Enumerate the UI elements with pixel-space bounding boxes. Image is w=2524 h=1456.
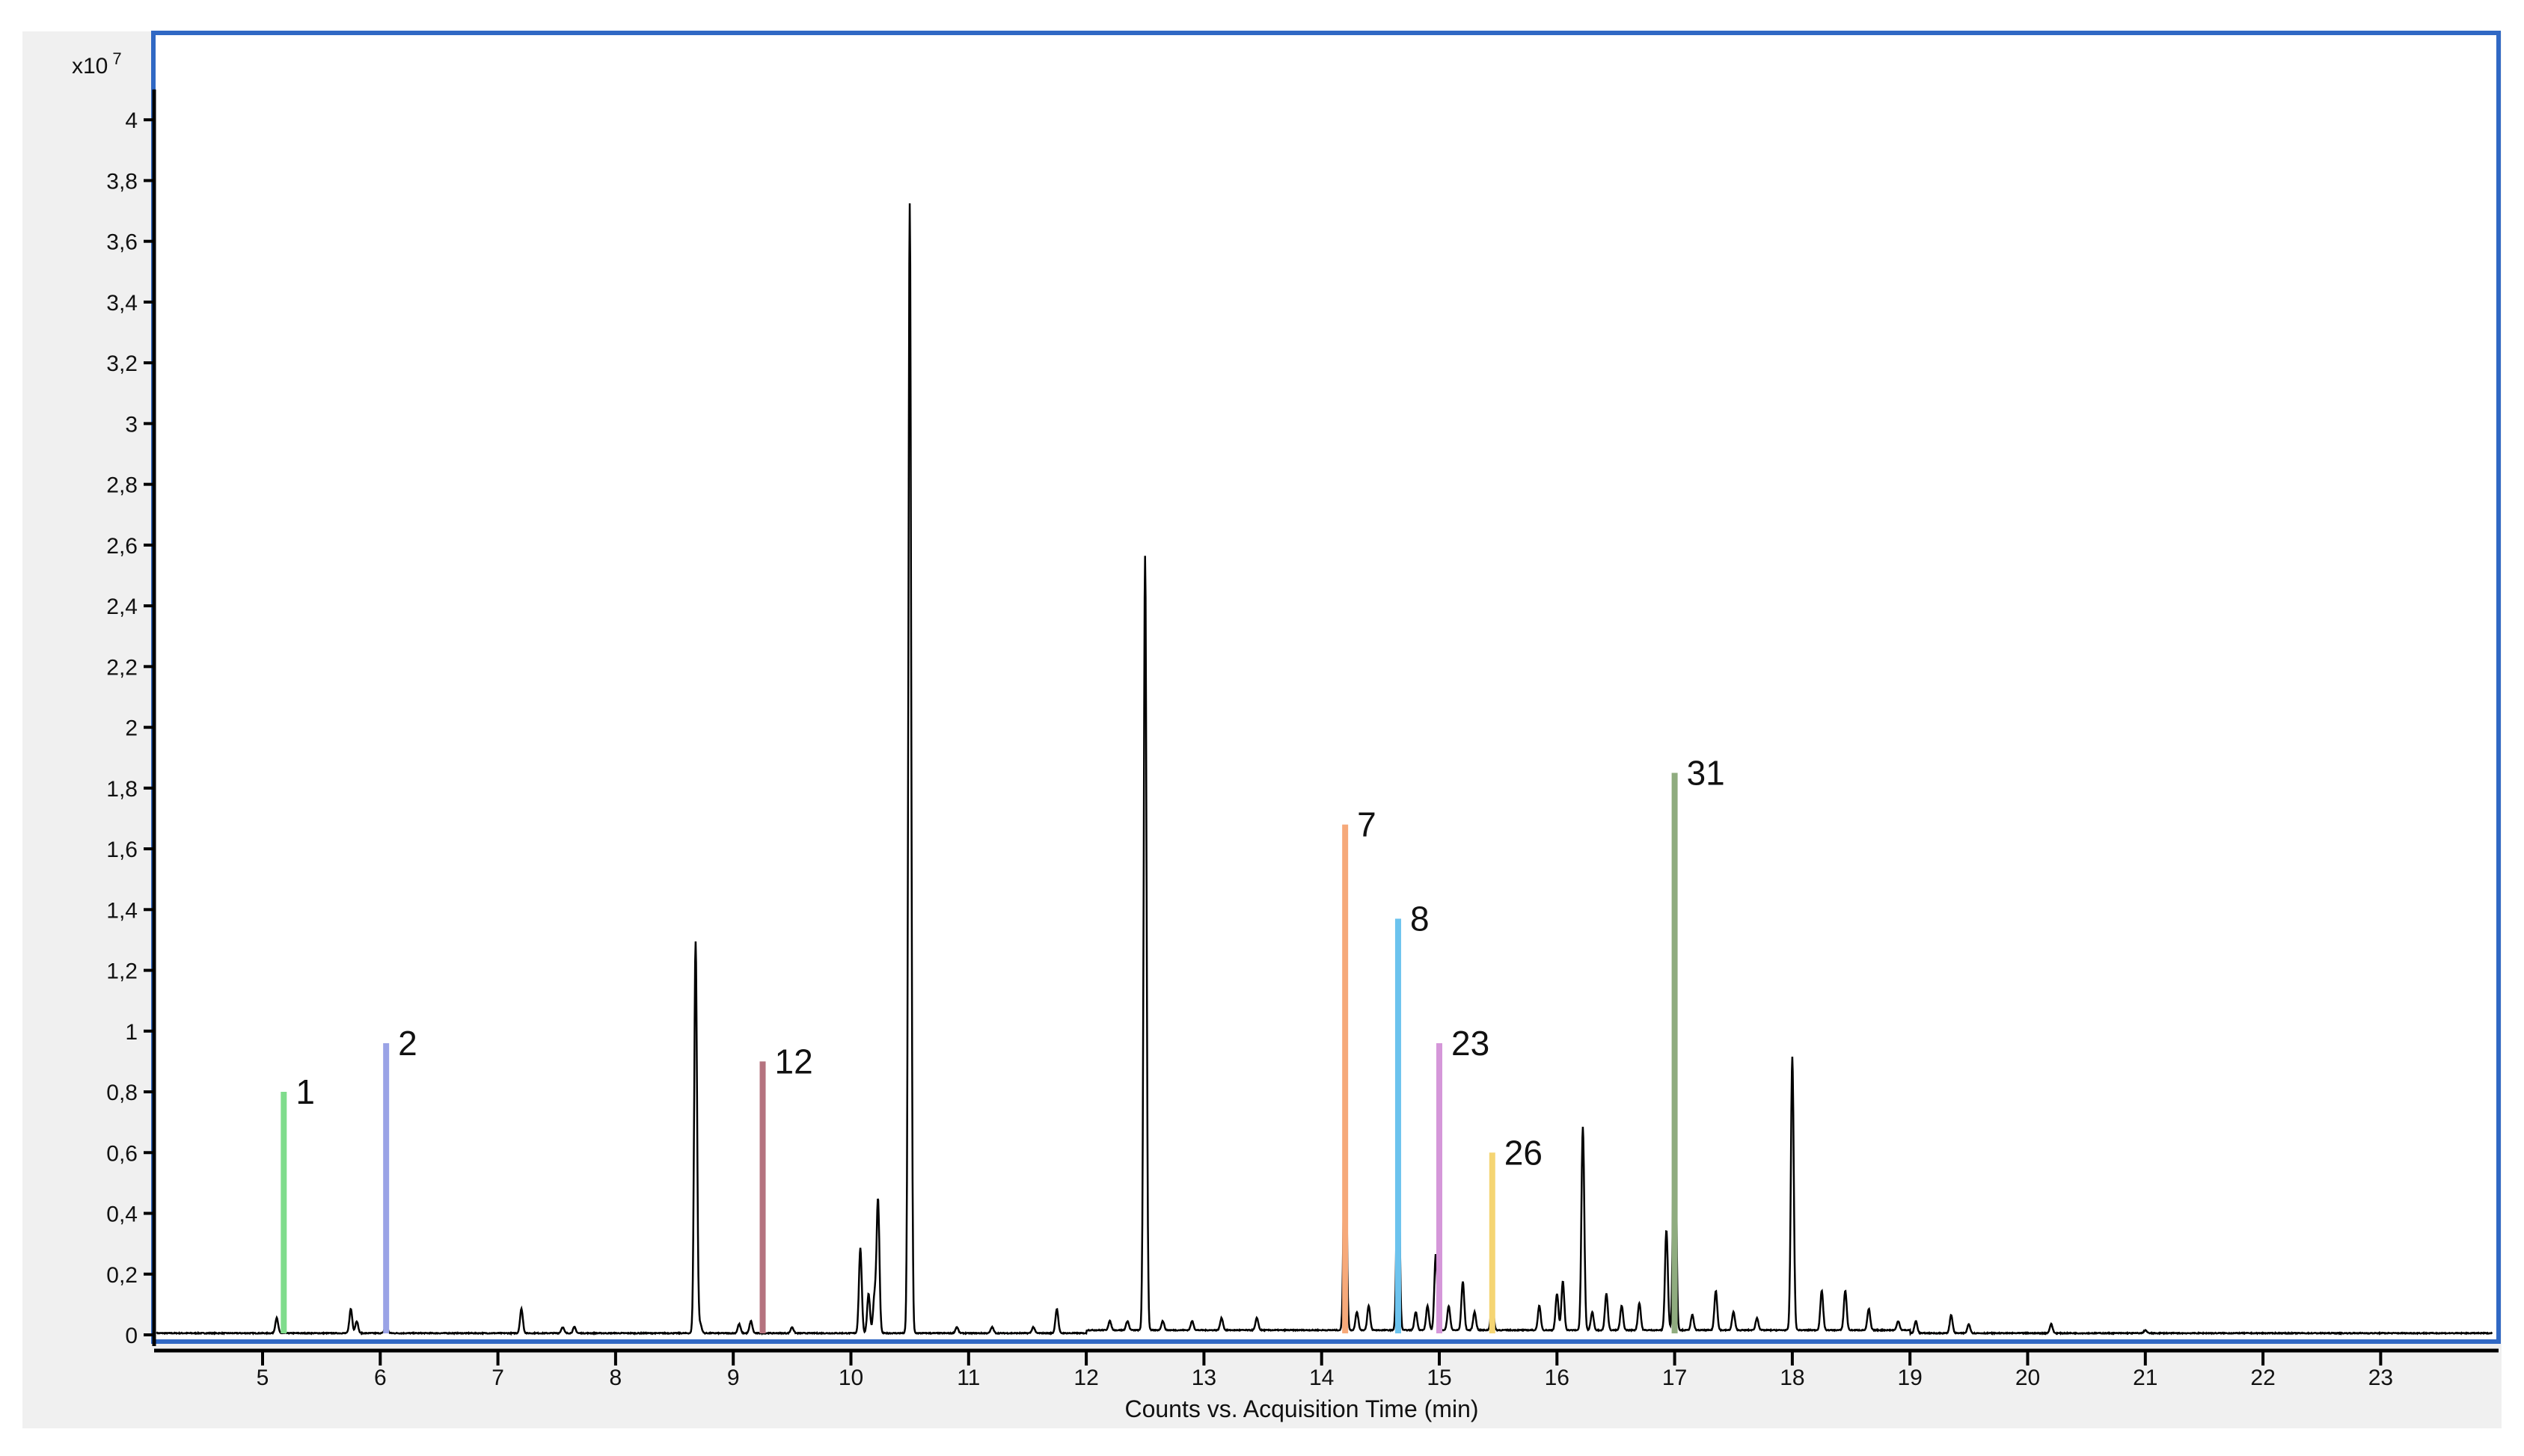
compound-label-12: 12 bbox=[775, 1042, 813, 1081]
y-tick-label: 3 bbox=[125, 412, 138, 437]
y-tick-label: 0 bbox=[125, 1324, 138, 1348]
chromatogram-chart: 0 0,2 0,4 0,6 0,8 1 1,2 1,4 1,6 1,8 2 2,2 2,4 2,6 2,8 3… bbox=[22, 31, 2502, 1428]
y-tick-label: 2,4 bbox=[106, 595, 138, 619]
y-tick-label: 2 bbox=[125, 716, 138, 741]
y-tick-label: 0,8 bbox=[106, 1081, 138, 1105]
x-tick-label: 19 bbox=[1898, 1366, 1923, 1390]
x-axis-title: Counts vs. Acquisition Time (min) bbox=[1124, 1395, 1478, 1422]
y-tick-label: 0,4 bbox=[106, 1202, 138, 1227]
compound-label-26: 26 bbox=[1504, 1133, 1543, 1172]
y-tick-label: 3,8 bbox=[106, 169, 138, 194]
x-tick-label: 14 bbox=[1309, 1366, 1334, 1390]
compound-label-31: 31 bbox=[1687, 754, 1725, 793]
plot-area bbox=[151, 31, 2501, 1344]
x-tick-label: 7 bbox=[491, 1366, 504, 1390]
y-tick-label: 2,2 bbox=[106, 655, 138, 680]
x-tick-label: 5 bbox=[257, 1366, 269, 1390]
x-tick-label: 16 bbox=[1545, 1366, 1569, 1390]
compound-label-7: 7 bbox=[1357, 805, 1376, 844]
x-tick-label: 11 bbox=[957, 1366, 980, 1390]
x-tick-label: 17 bbox=[1662, 1366, 1687, 1390]
y-tick-label: 0,2 bbox=[106, 1263, 138, 1288]
compound-label-1: 1 bbox=[295, 1072, 315, 1111]
x-tick-label: 12 bbox=[1073, 1366, 1098, 1390]
x-tick-label: 8 bbox=[610, 1366, 622, 1390]
y-tick-label: 1,8 bbox=[106, 777, 138, 802]
y-tick-label: 4 bbox=[125, 108, 138, 133]
y-tick-label: 1 bbox=[125, 1020, 138, 1045]
y-tick-label: 3,4 bbox=[106, 291, 138, 316]
compound-label-23: 23 bbox=[1451, 1024, 1489, 1063]
y-tick-label: 0,6 bbox=[106, 1141, 138, 1166]
y-tick-label: 2,6 bbox=[106, 534, 138, 559]
x-tick-label: 23 bbox=[2368, 1366, 2393, 1390]
x-tick-label: 22 bbox=[2250, 1366, 2275, 1390]
x-tick-label: 20 bbox=[2015, 1366, 2040, 1390]
x-tick-label: 6 bbox=[374, 1366, 387, 1390]
y-tick-label: 2,8 bbox=[106, 473, 138, 498]
x-tick-label: 21 bbox=[2133, 1366, 2157, 1390]
x-tick-label: 10 bbox=[839, 1366, 863, 1390]
x-tick-label: 15 bbox=[1427, 1366, 1451, 1390]
x-tick-label: 18 bbox=[1780, 1366, 1804, 1390]
x-tick-label: 9 bbox=[727, 1366, 740, 1390]
compound-label-8: 8 bbox=[1410, 900, 1430, 939]
x-tick-label: 13 bbox=[1192, 1366, 1216, 1390]
y-tick-label: 3,2 bbox=[106, 351, 138, 376]
y-tick-label: 1,2 bbox=[106, 959, 138, 984]
y-tick-label: 1,6 bbox=[106, 838, 138, 862]
y-tick-label: 3,6 bbox=[106, 230, 138, 255]
y-tick-label: 1,4 bbox=[106, 898, 138, 923]
compound-label-2: 2 bbox=[398, 1024, 417, 1063]
